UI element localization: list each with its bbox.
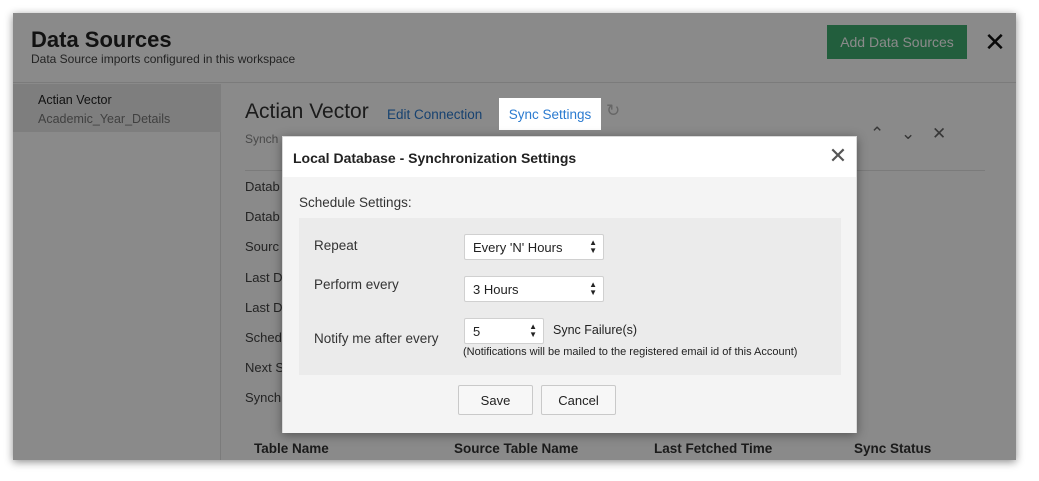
select-arrows-icon: ▲ ▼ xyxy=(589,238,597,255)
dialog-body: Schedule Settings: Repeat Every 'N' Hour… xyxy=(283,177,856,433)
sync-failure-label: Sync Failure(s) xyxy=(553,323,638,337)
schedule-settings-label: Schedule Settings: xyxy=(299,195,412,210)
notification-note: (Notifications will be mailed to the reg… xyxy=(463,346,798,358)
dialog-header: Local Database - Synchronization Setting… xyxy=(283,137,856,177)
repeat-select[interactable]: Every 'N' Hours ▲ ▼ xyxy=(464,234,604,260)
perform-every-label: Perform every xyxy=(314,277,399,292)
close-icon[interactable]: ✕ xyxy=(827,143,849,169)
sync-settings-dialog: Local Database - Synchronization Setting… xyxy=(282,136,857,433)
save-button[interactable]: Save xyxy=(458,385,533,415)
perform-every-select[interactable]: 3 Hours ▲ ▼ xyxy=(464,276,604,302)
cancel-button[interactable]: Cancel xyxy=(541,385,616,415)
repeat-select-value: Every 'N' Hours xyxy=(473,239,563,255)
dialog-title: Local Database - Synchronization Setting… xyxy=(293,150,577,166)
repeat-label: Repeat xyxy=(314,238,358,253)
notify-label: Notify me after every xyxy=(314,331,439,346)
sync-settings-tab[interactable]: Sync Settings xyxy=(499,98,601,130)
notify-count-stepper[interactable]: 5 ▲ ▼ xyxy=(464,318,544,344)
select-arrows-icon: ▲ ▼ xyxy=(589,280,597,297)
select-arrows-icon: ▲ ▼ xyxy=(529,322,537,339)
perform-every-select-value: 3 Hours xyxy=(473,281,519,297)
schedule-settings-box: Repeat Every 'N' Hours ▲ ▼ Perform every … xyxy=(299,218,841,375)
refresh-icon[interactable]: ↻ xyxy=(606,101,620,121)
notify-count-value: 5 xyxy=(473,323,481,339)
